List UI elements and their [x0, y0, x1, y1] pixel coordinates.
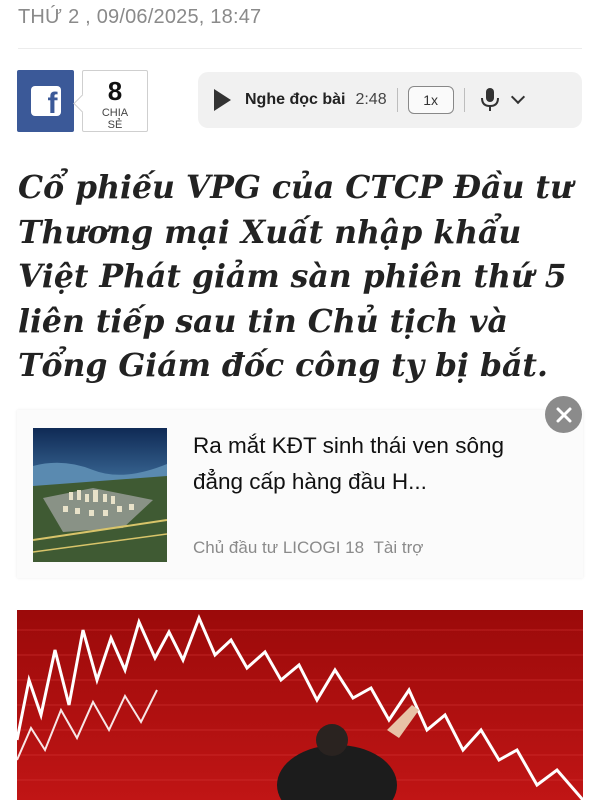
audio-player[interactable]: Nghe đọc bài 2:48 1x [198, 72, 582, 128]
ad-sponsor-line: Chủ đầu tư LICOGI 18 Tài trợ [193, 538, 423, 558]
sponsored-label: Tài trợ [373, 538, 424, 557]
divider [463, 88, 465, 112]
audio-duration: 2:48 [355, 91, 387, 108]
facebook-share-button[interactable]: f [17, 70, 74, 132]
microphone-icon[interactable] [479, 87, 501, 113]
share-count: 8 [107, 76, 123, 106]
share-label: CHIA SẺ [101, 107, 129, 131]
divider [18, 48, 582, 49]
article-date: THỨ 2 , 09/06/2025, 18:47 [18, 6, 262, 28]
article-photo [17, 610, 583, 800]
close-ad-button[interactable] [545, 396, 582, 433]
ad-title[interactable]: Ra mắt KĐT sinh thái ven sông đẳng cấp h… [193, 428, 553, 500]
article-headline: Cổ phiếu VPG của CTCP Đầu tư Thương mại … [18, 169, 573, 384]
chevron-down-icon[interactable] [510, 89, 525, 105]
facebook-icon: f [30, 86, 61, 116]
speed-button[interactable]: 1x [407, 86, 454, 114]
divider [396, 88, 398, 112]
close-icon [556, 407, 571, 422]
share-count-box: 8 CHIA SẺ [82, 70, 148, 132]
play-icon[interactable] [214, 89, 231, 111]
ad-sponsor: Chủ đầu tư LICOGI 18 [193, 538, 365, 557]
sponsored-card[interactable]: Ra mắt KĐT sinh thái ven sông đẳng cấp h… [17, 410, 583, 578]
audio-label[interactable]: Nghe đọc bài [245, 91, 345, 109]
ad-thumbnail[interactable] [33, 428, 167, 562]
